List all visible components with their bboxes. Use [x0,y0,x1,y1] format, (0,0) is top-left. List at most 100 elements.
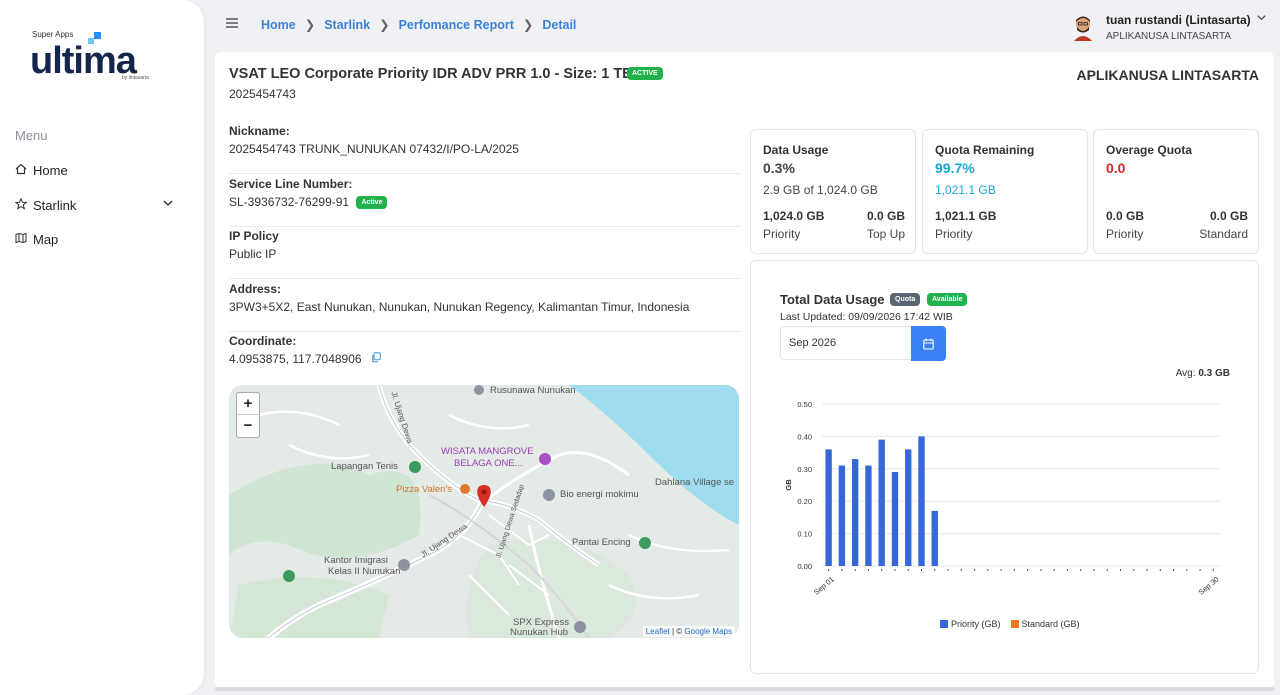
service-line-field: Service Line Number: SL-3936732-76299-91… [229,177,741,227]
breadcrumb-detail[interactable]: Detail [542,18,576,32]
x-tick-label: Sep 01 [812,575,836,597]
legend-item-priority[interactable]: Priority (GB) [940,619,1001,629]
nickname-value: 2025454743 TRUNK_NUNUKAN 07432/I/PO-LA/2… [229,142,519,156]
star-icon [14,197,33,213]
poi-wisata-2[interactable]: BELAGA ONE... [454,458,523,469]
bar-priority [905,449,912,566]
map-icon [15,232,33,247]
poi-spx-2[interactable]: Nunukan Hub [510,627,568,638]
copy-icon[interactable] [371,352,381,366]
hamburger-menu-icon[interactable] [225,16,239,33]
overage-value: 0.0 [1106,160,1126,176]
service-line-badge: Active [356,196,388,210]
avg-label: Avg: [1175,368,1196,379]
service-line-value-wrap: SL-3936732-76299-91 Active [229,195,388,210]
chevron-right-icon: ❯ [304,18,316,32]
poi-pantai[interactable]: Pantai Encing [572,537,631,548]
topup-value: 0.0 GB [866,209,905,223]
detail-card: VSAT LEO Corporate Priority IDR ADV PRR … [215,52,1274,688]
priority-label: Priority [935,227,973,241]
chevron-down-icon[interactable] [1256,12,1267,26]
address-value: 3PW3+5X2, East Nunukan, Nunukan, Nunukan… [229,300,690,314]
leaflet-link[interactable]: Leaflet [646,627,670,636]
poi-pizza[interactable]: Pizza Valen's [396,484,452,495]
location-map[interactable]: + − Rusunawa Nunukan Lapangan Tenis WISA… [229,385,739,638]
card-title: Overage Quota [1106,143,1193,157]
logo-word: ultima [30,40,137,82]
menu-title: Menu [15,128,48,143]
nickname-label: Nickname: [229,124,290,138]
data-usage-card: Data Usage 0.3% 2.9 GB of 1,024.0 GB 1,0… [750,129,916,254]
month-picker-input[interactable]: Sep 2026 [780,326,912,360]
ip-policy-field: IP Policy Public IP [229,229,741,279]
card-title: Quota Remaining [935,143,1035,157]
breadcrumb-performance-report[interactable]: Perfomance Report [399,18,514,32]
zoom-out-button[interactable]: − [237,415,259,437]
nickname-field: Nickname: 2025454743 TRUNK_NUNUKAN 07432… [229,124,741,174]
logo-square-icon [94,32,101,39]
breadcrumb-home[interactable]: Home [261,18,296,32]
logo-super-apps: Super Apps [32,30,74,39]
service-line-value: SL-3936732-76299-91 [229,195,350,209]
scroll-indicator [215,687,1274,691]
priority-value: 1,021.1 GB [935,209,997,223]
topup-label: Top Up [866,227,905,241]
google-maps-link[interactable]: Google Maps [684,627,732,636]
poi-wisata[interactable]: WISATA MANGROVE [441,446,534,457]
breadcrumb-starlink[interactable]: Starlink [324,18,370,32]
coordinate-label: Coordinate: [229,334,297,348]
bar-priority [878,439,885,566]
sidebar-item-home[interactable]: Home [15,159,180,181]
legend-item-standard[interactable]: Standard (GB) [1010,619,1080,629]
y-tick-label: 0.40 [797,432,812,441]
chevron-down-icon[interactable] [162,197,174,212]
zoom-in-button[interactable]: + [237,393,259,415]
usage-detail: 2.9 GB of 1,024.0 GB [763,183,878,197]
poi-kantor[interactable]: Kantor Imigrasi [324,555,388,566]
bar-priority [865,465,872,566]
avg-value: 0.3 GB [1198,368,1230,379]
ultima-logo[interactable]: Super Apps ultima by lintasarta [30,28,170,88]
ip-policy-label: IP Policy [229,229,279,243]
sidebar: Super Apps ultima by lintasarta Menu Hom… [0,0,204,695]
legend-swatch [940,620,948,628]
coordinate-value-wrap: 4.0953875, 117.7048906 [229,352,381,366]
attribution-sep: | © [669,627,685,636]
y-axis-label: GB [784,479,793,491]
sidebar-item-map[interactable]: Map [15,228,180,250]
poi-bio[interactable]: Bio energi mokimu [560,489,639,500]
sidebar-item-label: Home [33,162,68,178]
poi-rusunawa[interactable]: Rusunawa Nunukan [490,385,576,396]
legend-label: Standard (GB) [1021,619,1080,629]
y-tick-label: 0.10 [797,530,812,539]
bar-priority [825,449,832,566]
available-badge: Available [927,293,968,306]
avatar [1072,15,1094,41]
priority-label: Priority [763,227,801,241]
y-tick-label: 0.00 [797,562,812,571]
poi-kantor-2[interactable]: Kelas II Nunukan [328,566,400,577]
user-menu[interactable]: tuan rustandi (Lintasarta) APLIKANUSA LI… [1072,12,1272,46]
chevron-right-icon: ❯ [379,18,390,32]
bar-priority [931,510,938,566]
sidebar-item-label: Starlink [33,197,77,213]
y-tick-label: 0.30 [797,465,812,474]
calendar-button[interactable] [911,326,946,361]
chart-legend: Priority (GB) Standard (GB) [940,619,1090,629]
chevron-right-icon: ❯ [522,18,534,32]
sidebar-item-starlink[interactable]: Starlink [14,194,180,216]
legend-swatch [1010,620,1019,628]
remaining-detail: 1,021.1 GB [935,183,996,197]
calendar-icon [923,337,934,355]
breadcrumb: Home ❯ Starlink ❯ Perfomance Report ❯ De… [261,17,576,33]
bar-priority [891,472,899,566]
map-tiles [229,385,739,638]
poi-lapangan[interactable]: Lapangan Tenis [331,461,398,472]
priority-value: 0.0 GB [1106,209,1145,223]
y-tick-label: 0.20 [797,497,812,506]
bar-priority [838,465,846,566]
card-title: Data Usage [763,143,829,157]
poi-dahlana[interactable]: Dahlana Village se [655,477,734,488]
service-line-label: Service Line Number: [229,177,353,191]
legend-label: Priority (GB) [951,619,1001,629]
